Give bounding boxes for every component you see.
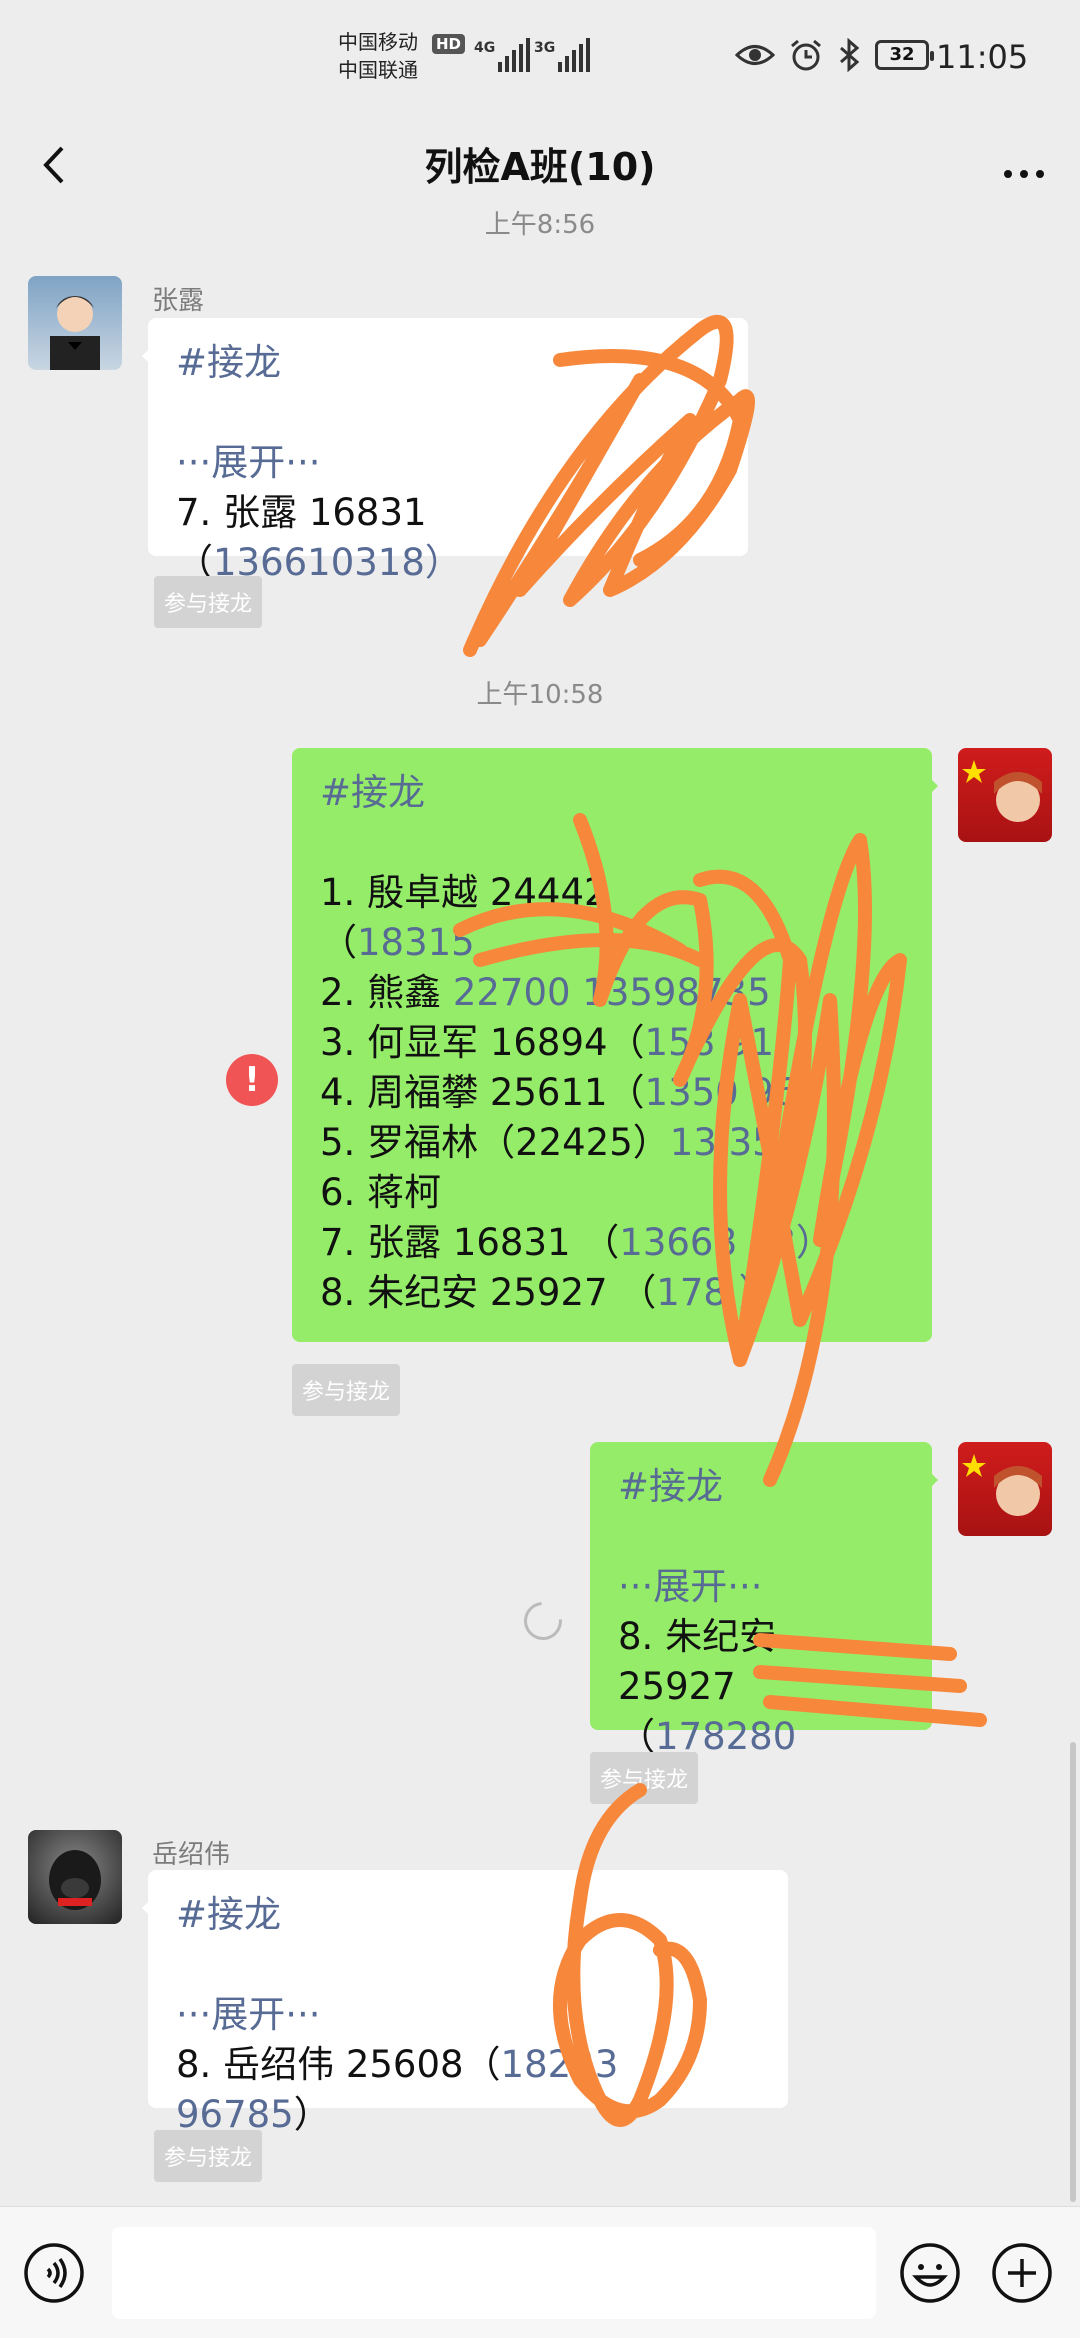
list-item: 3. 何显军 16894（158 91 [320,1021,774,1064]
battery-icon: 32 [875,40,934,70]
list-item: （18315 [320,921,475,964]
sender-name: 岳绍伟 [152,1840,231,1870]
voice-icon[interactable] [22,2241,86,2305]
status-icons: 32 [735,38,934,72]
chat-header: 列检A班(10) [0,120,1080,212]
message-line: 8. 朱纪安 25927 [618,1615,777,1708]
alarm-icon [791,39,821,71]
network-type-2: 3G [534,40,556,56]
list-item: 6. 蒋柯 [320,1171,442,1214]
join-chain-button[interactable]: 参与接龙 [590,1752,699,1804]
hashtag[interactable]: #接龙 [176,338,720,388]
emoji-icon[interactable] [898,2241,962,2305]
message-bubble[interactable]: #接龙 ···展开··· 7. 张露 16831 （136610318） [142,318,748,584]
clock: 11:05 [936,38,1029,76]
timestamp: 上午8:56 [484,210,596,240]
more-icon[interactable] [994,138,1054,188]
message-input[interactable] [112,2227,876,2319]
expand-link[interactable]: ···展开··· [618,1562,904,1612]
hd-badge: HD [432,34,466,54]
eye-icon [735,45,775,65]
timestamp: 上午10:58 [476,680,604,710]
signal-icon [558,38,590,72]
plus-icon[interactable] [990,2241,1054,2305]
status-bar: 中国移动 中国联通 HD 4G 3G 32 11:05 [0,0,1080,120]
expand-link[interactable]: ···展开··· [176,1990,760,2040]
list-item: 1. 殷卓越 24442 [320,871,608,914]
send-failed-icon[interactable]: ! [226,1054,278,1106]
join-chain-button[interactable]: 参与接龙 [292,1364,401,1416]
hashtag[interactable]: #接龙 [320,768,904,818]
list-item: 8. 朱纪安 25927 （178 ） [320,1271,776,1314]
message-line: 7. 张露 16831 （136610318） [176,491,462,584]
avatar[interactable] [28,1830,122,1924]
message-bubble[interactable]: #接龙 1. 殷卓越 24442 （18315 2. 熊鑫 22700 1359… [292,748,938,1342]
signal-icon [498,38,530,72]
chat-title: 列检A班(10) [424,145,656,189]
list-item: 2. 熊鑫 22700 13598735 [320,971,771,1014]
hashtag[interactable]: #接龙 [176,1890,760,1940]
sender-name: 张露 [152,286,205,316]
join-chain-button[interactable]: 参与接龙 [154,2130,263,2182]
hashtag[interactable]: #接龙 [618,1462,904,1512]
expand-link[interactable]: ···展开··· [176,438,720,488]
input-bar [0,2206,1080,2338]
avatar[interactable] [958,748,1052,842]
message-bubble[interactable]: #接龙 ···展开··· 8. 朱纪安 25927 （178280 [590,1442,938,1758]
list-item: 5. 罗福林（22425）13 35 [320,1121,776,1164]
message-bubble[interactable]: #接龙 ···展开··· 8. 岳绍伟 25608（18223 96785） [142,1870,788,2136]
list-item: 4. 周福攀 25611（1350 96） [320,1071,835,1114]
join-chain-button[interactable]: 参与接龙 [154,576,263,628]
list-item: 7. 张露 16831 （13668 18） [320,1221,833,1264]
sending-spinner-icon [516,1594,570,1648]
message-line: 8. 岳绍伟 25608（18223 96785） [176,2043,619,2136]
avatar[interactable] [28,276,122,370]
carrier-label: 中国移动 中国联通 [338,30,418,82]
scrollbar[interactable] [1070,1742,1076,2202]
network-type-1: 4G [474,40,496,56]
avatar[interactable] [958,1442,1052,1536]
bluetooth-icon [840,38,860,72]
